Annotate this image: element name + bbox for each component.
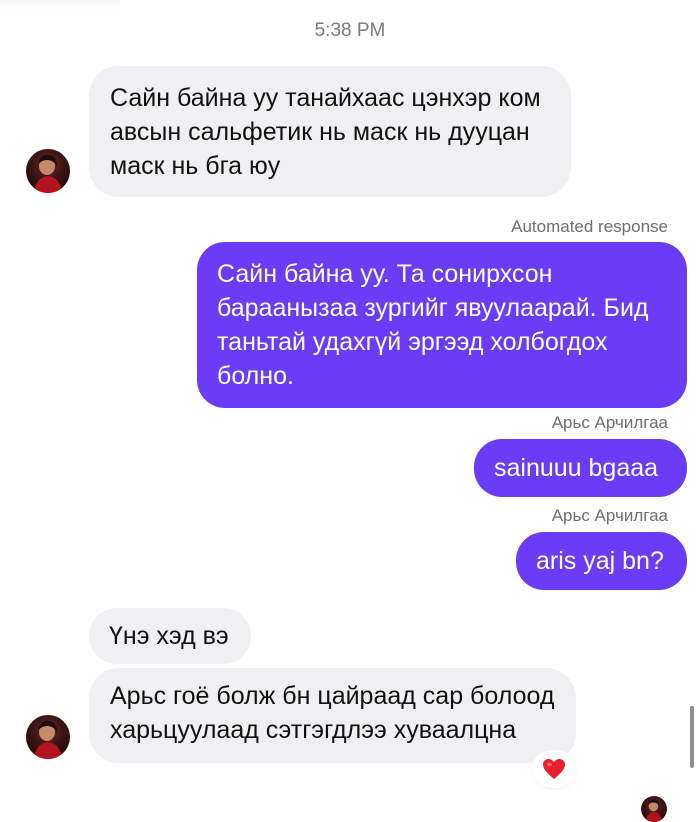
incoming-message-bubble[interactable]: Сайн байна уу танайхаас цэнхэр ком авсын…: [89, 66, 571, 197]
message-text: aris yaj bn?: [536, 547, 664, 575]
message-text: sainuuu bgaaa: [494, 454, 659, 482]
message-reaction[interactable]: [534, 752, 574, 786]
scrollbar-thumb[interactable]: [690, 706, 694, 768]
automated-response-label: Automated response: [511, 217, 668, 236]
message-text: Сайн байна уу танайхаас цэнхэр ком авсын…: [110, 84, 541, 180]
outgoing-message-bubble[interactable]: aris yaj bn?: [516, 532, 687, 590]
outgoing-message-bubble[interactable]: Сайн байна уу. Та сонирхсон бараанызаа з…: [197, 242, 687, 408]
contact-avatar[interactable]: [26, 149, 70, 193]
message-text: Үнэ хэд вэ: [109, 622, 229, 650]
incoming-message-bubble[interactable]: Үнэ хэд вэ: [89, 608, 251, 664]
sender-name-label: Арьс Арчилгаа: [551, 413, 668, 432]
message-text: Арьс гоё болж бн цайраад сар болоод харь…: [110, 682, 555, 744]
outgoing-message-bubble[interactable]: sainuuu bgaaa: [474, 439, 687, 497]
message-text: Сайн байна уу. Та сонирхсон бараанызаа з…: [217, 260, 649, 390]
contact-avatar[interactable]: [26, 715, 70, 759]
red-heart-icon: [543, 759, 565, 779]
scroll-fade: [0, 0, 120, 10]
message-timestamp: 5:38 PM: [314, 20, 386, 41]
sender-name-label: Арьс Арчилгаа: [551, 506, 668, 525]
incoming-message-bubble[interactable]: Арьс гоё болж бн цайраад сар болоод харь…: [89, 668, 576, 763]
read-receipt-avatar: [641, 796, 667, 822]
